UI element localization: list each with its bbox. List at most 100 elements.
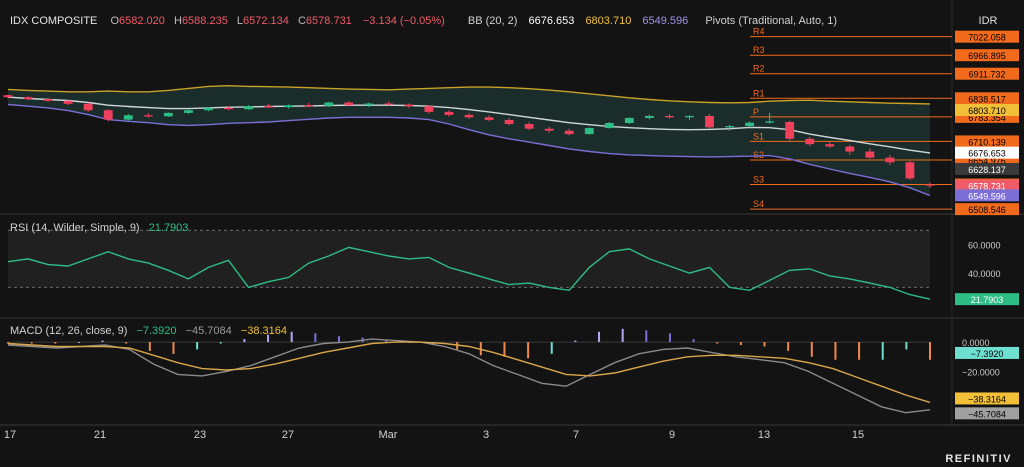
- candle-body: [644, 115, 654, 118]
- macd-histogram-bar: [929, 342, 931, 360]
- macd-histogram-bar: [314, 333, 317, 343]
- macd-tick-label: 0.0000: [962, 338, 990, 348]
- rsi-band: [8, 230, 930, 288]
- pivot-name-s1: S1: [753, 131, 764, 141]
- macd-histogram-bar: [148, 342, 151, 351]
- macd-histogram-bar: [739, 342, 742, 346]
- macd-histogram-bar: [668, 333, 671, 343]
- macd-hist-value: −38.3164: [241, 325, 287, 337]
- rsi-tick-label: 60.0000: [968, 241, 1001, 251]
- candle-body: [23, 97, 33, 100]
- candle-body: [604, 123, 614, 129]
- candle-body: [103, 110, 113, 120]
- candle-body: [665, 115, 674, 118]
- pivot-tag-value: 6966.895: [968, 51, 1006, 61]
- price-tag-value: 6803.710: [968, 106, 1006, 116]
- pivot-name-s3: S3: [753, 175, 764, 185]
- pivot-tag-value: 7022.058: [968, 33, 1006, 43]
- x-axis-label: 23: [194, 429, 206, 441]
- pivot-name-r2: R2: [753, 64, 765, 74]
- candle-body: [865, 151, 875, 158]
- bb-mid-value: 6676.653: [528, 15, 574, 27]
- header-line: IDX COMPOSITE O6582.020 H6588.235 L6572.…: [10, 15, 837, 27]
- candle-body: [404, 104, 414, 107]
- macd-histogram-bar: [763, 342, 766, 347]
- candle-body: [163, 112, 173, 117]
- bb-label: BB (20, 2): [468, 15, 518, 27]
- macd-value-tag: −38.3164: [968, 394, 1006, 404]
- macd-histogram-bar: [692, 339, 695, 343]
- ohlc-open-value: 6582.020: [119, 15, 165, 27]
- candle-body: [624, 117, 634, 123]
- macd-histogram-bar: [716, 342, 719, 344]
- candle-body: [424, 106, 434, 112]
- pivots-label: Pivots (Traditional, Auto, 1): [705, 15, 837, 27]
- x-axis-label: 3: [483, 429, 489, 441]
- brand-logo: REFINITIV: [945, 453, 1012, 465]
- macd-histogram-bar: [574, 340, 577, 343]
- macd-histogram-bar: [834, 342, 837, 360]
- macd-histogram-bar: [881, 342, 884, 360]
- macd-histogram-bar: [598, 331, 601, 343]
- candle-body: [143, 115, 153, 117]
- macd-histogram-bar: [101, 340, 104, 343]
- macd-histogram-bar: [243, 339, 246, 343]
- macd-histogram-bar: [337, 336, 340, 343]
- candle-body: [925, 184, 935, 186]
- candle-body: [43, 99, 53, 101]
- x-axis-label: 13: [758, 429, 770, 441]
- price-tag-value: 6628.137: [968, 165, 1006, 175]
- macd-histogram-bar: [621, 328, 624, 343]
- pivot-tag-value: 6508.546: [968, 205, 1006, 215]
- pivot-name-r1: R1: [753, 88, 765, 98]
- pivot-tag-value: 6710.139: [968, 137, 1006, 147]
- candle-body: [504, 119, 514, 125]
- macd-value-tag: −7.3920: [971, 349, 1004, 359]
- macd-histogram-bar: [787, 342, 790, 351]
- ohlc-high-value: 6588.235: [182, 15, 228, 27]
- macd-histogram-bar: [219, 342, 222, 344]
- macd-histogram-bar: [30, 342, 33, 344]
- bb-lower-value: 6549.596: [642, 15, 688, 27]
- candle-body: [484, 117, 494, 120]
- candle-body: [224, 107, 233, 110]
- x-axis-label: 15: [852, 429, 864, 441]
- candle-body: [825, 144, 835, 147]
- candle-body: [524, 124, 534, 129]
- candle-body: [344, 102, 354, 106]
- candle-body: [63, 100, 73, 104]
- macd-histogram-bar: [385, 340, 388, 343]
- candle-body: [725, 126, 734, 128]
- macd-histogram-bar: [503, 342, 506, 357]
- pivot-name-r4: R4: [753, 27, 765, 37]
- bb-upper-value: 6803.710: [585, 15, 631, 27]
- x-axis-label: 21: [94, 429, 106, 441]
- symbol-name: IDX COMPOSITE: [10, 15, 97, 27]
- candle-body: [464, 114, 474, 118]
- pivot-name-p: P: [753, 107, 759, 117]
- candle-body: [765, 121, 775, 123]
- candle-body: [444, 111, 454, 115]
- candle-body: [304, 105, 314, 107]
- candle-body: [83, 103, 93, 111]
- ohlc-close-key: C: [298, 15, 306, 27]
- candle-body: [564, 130, 574, 135]
- macd-histogram-bar: [550, 342, 553, 354]
- ohlc-close-value: 6578.731: [306, 15, 352, 27]
- candle-body: [244, 106, 253, 110]
- pivot-name-r3: R3: [753, 45, 765, 55]
- x-axis-label: Mar: [379, 429, 398, 441]
- candle-body: [264, 106, 273, 108]
- candle-body: [123, 115, 133, 120]
- macd-tick-label: −20.0000: [962, 368, 1000, 378]
- rsi-header: RSI (14, Wilder, Simple, 9) 21.7903: [10, 222, 188, 234]
- currency-label[interactable]: IDR: [979, 15, 998, 27]
- pivot-tag-value: 6838.517: [968, 94, 1006, 104]
- macd-histogram-bar: [54, 342, 57, 344]
- pivot-tag-value: 6911.732: [969, 70, 1006, 80]
- candle-body: [284, 105, 294, 108]
- candle-body: [705, 115, 714, 128]
- candle-body: [584, 128, 594, 135]
- macd-histogram-bar: [810, 342, 813, 357]
- macd-histogram-bar: [858, 342, 861, 360]
